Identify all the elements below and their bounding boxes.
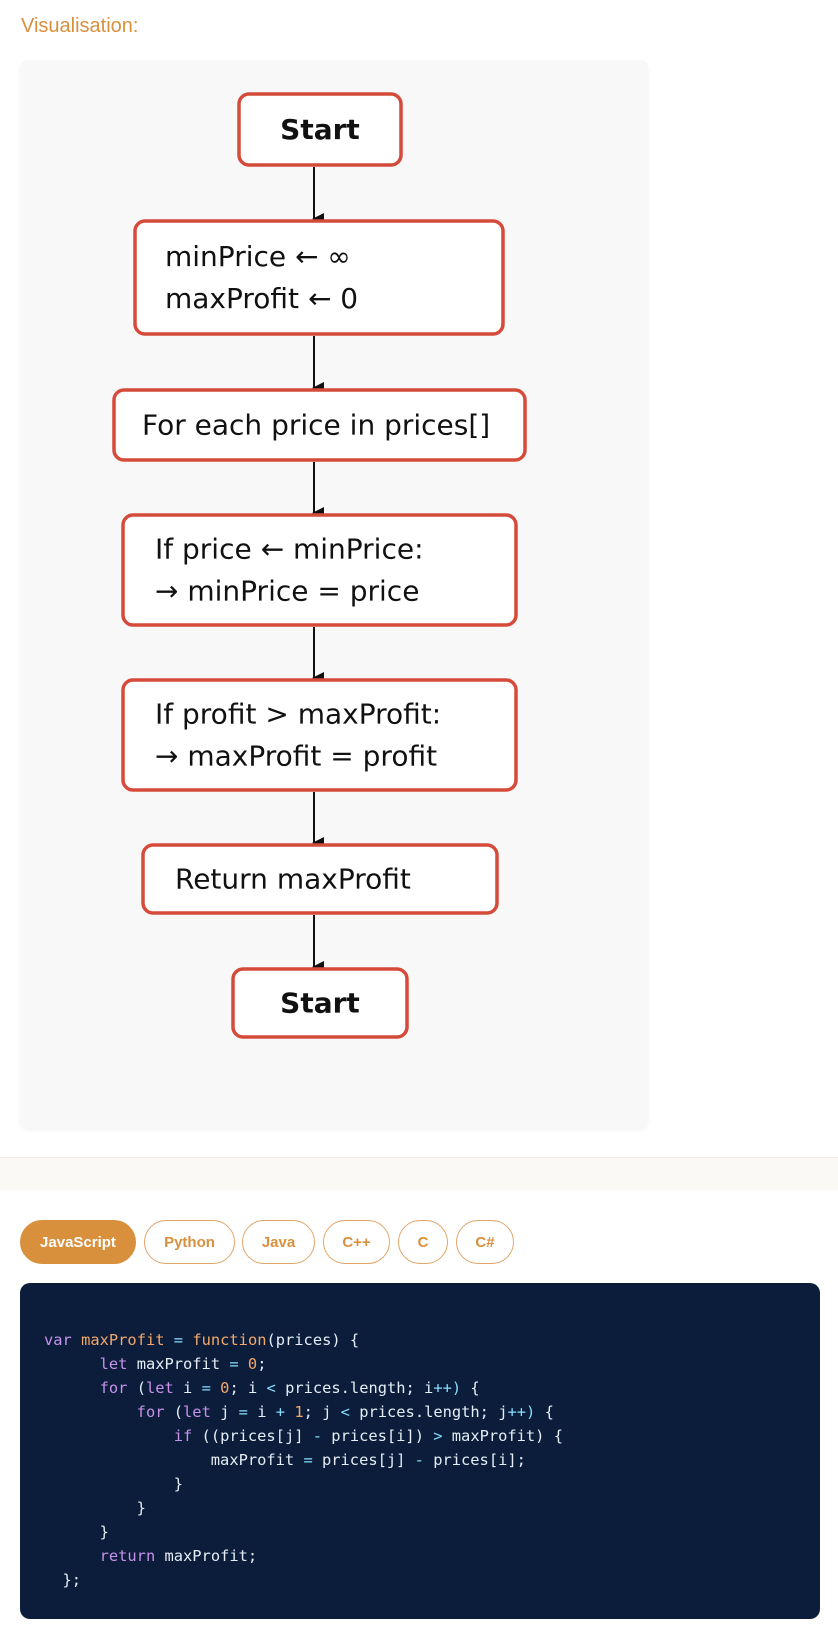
visualisation-label: Visualisation: [21, 15, 139, 37]
flow-node-text: minPrice ← ∞ [165, 240, 351, 273]
flow-node-box [133, 219, 505, 336]
code-content: var maxProfit = function(prices) { let m… [44, 1331, 563, 1589]
flow-node-text: If profit > maxProfit: [155, 698, 441, 731]
section-divider [0, 1157, 838, 1190]
flow-node-text: Start [280, 113, 360, 146]
flow-node-check-profit: If profit > maxProfit: → maxProfit = prof… [121, 678, 518, 792]
flow-node-text: Return maxProfit [175, 863, 411, 896]
tab-c[interactable]: C [398, 1220, 448, 1264]
flowchart-card: Start minPrice ← ∞ maxProfit ← 0 For each p… [20, 60, 648, 1128]
flow-node-check-min: If price ← minPrice: → minPrice = price [121, 513, 518, 627]
flow-node-box [121, 513, 518, 627]
flow-node-start: Start [237, 92, 403, 167]
flow-node-text: Start [280, 987, 360, 1020]
code-block: var maxProfit = function(prices) { let m… [20, 1283, 820, 1619]
tab-javascript[interactable]: JavaScript [20, 1220, 136, 1264]
flow-node-text: → maxProfit = profit [155, 740, 437, 773]
tab-cpp[interactable]: C++ [323, 1220, 390, 1264]
tab-python[interactable]: Python [144, 1220, 235, 1264]
flow-node-return: Return maxProfit [141, 843, 499, 915]
tab-csharp[interactable]: C# [456, 1220, 514, 1264]
flowchart-diagram: Start minPrice ← ∞ maxProfit ← 0 For each p… [112, 92, 527, 1039]
flow-node-text: For each price in prices[] [142, 409, 490, 442]
flow-node-box [121, 678, 518, 792]
flow-node-text: maxProfit ← 0 [165, 282, 358, 315]
flow-node-init: minPrice ← ∞ maxProfit ← 0 [133, 219, 505, 336]
flow-node-text: If price ← minPrice: [155, 533, 424, 566]
tab-java[interactable]: Java [242, 1220, 315, 1264]
flow-node-loop: For each price in prices[] [112, 388, 527, 462]
flow-node-end: Start [231, 967, 409, 1039]
flow-node-text: → minPrice = price [155, 575, 419, 608]
